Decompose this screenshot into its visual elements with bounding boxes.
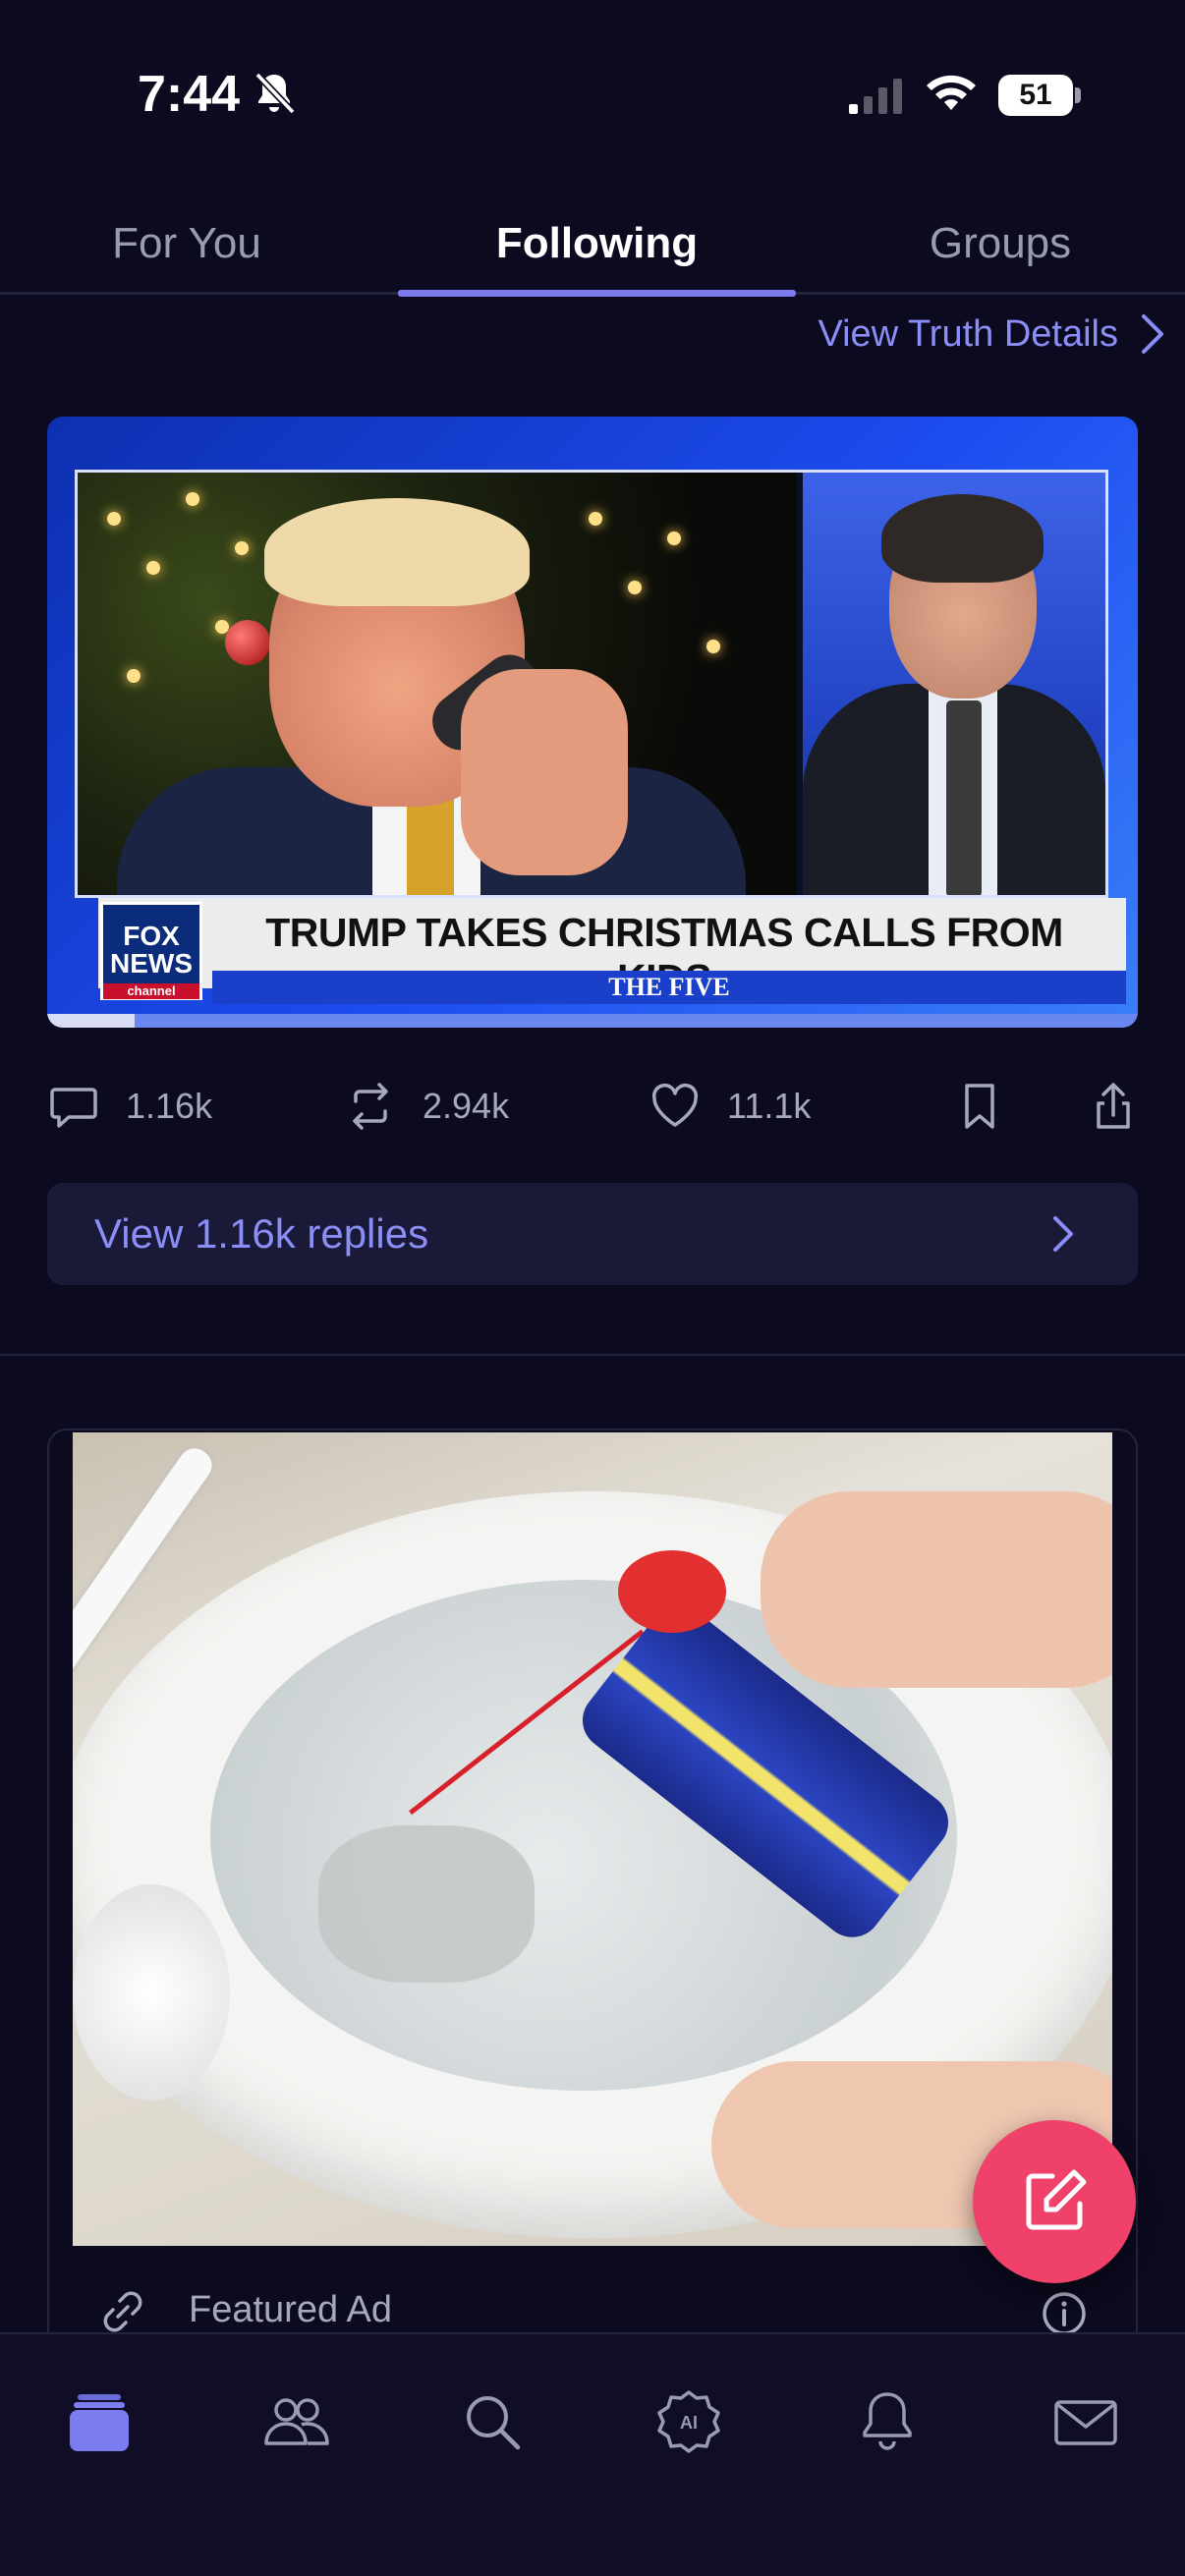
featured-ad-card[interactable]: Featured Ad [47, 1428, 1138, 2411]
chevron-right-icon [1053, 1216, 1073, 1252]
post-divider [0, 1354, 1185, 1356]
bell-muted-icon [254, 72, 296, 115]
wifi-icon [927, 75, 976, 110]
view-truth-details-label: View Truth Details [818, 312, 1118, 355]
compose-icon [1026, 2169, 1087, 2230]
chyron-show-name: THE FIVE [212, 971, 1126, 1004]
battery-level: 51 [1019, 79, 1052, 111]
post-video[interactable]: FOX NEWS channel TRUMP TAKES CHRISTMAS C… [47, 417, 1138, 1028]
view-truth-details-link[interactable]: View Truth Details [818, 305, 1167, 364]
compose-button[interactable] [973, 2120, 1136, 2283]
nav-ai[interactable]: AI [645, 2378, 733, 2466]
retruth-icon [353, 1083, 388, 1130]
svg-text:AI: AI [680, 2413, 698, 2433]
chevron-right-icon [1142, 314, 1163, 354]
video-progress-fill [47, 1014, 135, 1028]
bottom-navigation: AI [0, 2332, 1185, 2576]
video-scene-left [78, 473, 797, 895]
nav-messages[interactable] [1042, 2378, 1130, 2466]
share-button[interactable] [1087, 1073, 1140, 1140]
nav-home[interactable] [55, 2378, 143, 2466]
reply-count: 1.16k [126, 1086, 213, 1126]
bell-icon [863, 2392, 912, 2450]
nav-notifications[interactable] [843, 2378, 931, 2466]
truth-social-feed: 7:44 51 For You Following Groups View Tr… [0, 0, 1185, 2576]
heart-icon [651, 1084, 699, 1127]
fox-news-logo: FOX NEWS channel [100, 902, 202, 1000]
home-feed-icon [70, 2394, 129, 2451]
status-time: 7:44 [138, 66, 241, 123]
like-count: 11.1k [727, 1086, 812, 1126]
share-icon [1097, 1083, 1130, 1129]
view-replies-label: View 1.16k replies [94, 1210, 429, 1257]
tab-following[interactable]: Following [398, 219, 796, 268]
cellular-signal-icon [849, 79, 902, 114]
status-bar: 7:44 51 [0, 0, 1185, 187]
video-scene-right [803, 473, 1105, 895]
video-frame [75, 470, 1108, 898]
post-actions: 1.16k 2.94k 11.1k [47, 1073, 1138, 1140]
video-progress-bar[interactable] [47, 1014, 1138, 1028]
bookmark-button[interactable] [953, 1073, 1006, 1140]
people-icon [264, 2398, 329, 2445]
ad-image[interactable] [73, 1432, 1112, 2246]
nav-search[interactable] [448, 2378, 536, 2466]
info-icon[interactable] [1040, 2289, 1089, 2338]
featured-ad-label: Featured Ad [189, 2289, 393, 2330]
feed-tabs: For You Following Groups [0, 201, 1185, 297]
view-replies-button[interactable]: View 1.16k replies [47, 1183, 1138, 1285]
reply-button[interactable]: 1.16k [47, 1073, 212, 1140]
search-icon [467, 2396, 521, 2450]
active-tab-indicator [398, 290, 796, 297]
battery-icon: 51 [998, 75, 1081, 116]
tab-for-you[interactable]: For You [0, 219, 373, 268]
bookmark-icon [965, 1084, 994, 1129]
tab-groups[interactable]: Groups [816, 219, 1185, 268]
retruth-button[interactable]: 2.94k [344, 1073, 509, 1140]
mail-icon [1054, 2400, 1117, 2445]
retruth-count: 2.94k [423, 1086, 510, 1126]
link-icon [103, 2291, 142, 2332]
ai-badge-icon: AI [657, 2390, 720, 2453]
comment-icon [50, 1088, 97, 1128]
nav-people[interactable] [252, 2378, 340, 2466]
like-button[interactable]: 11.1k [649, 1073, 811, 1140]
